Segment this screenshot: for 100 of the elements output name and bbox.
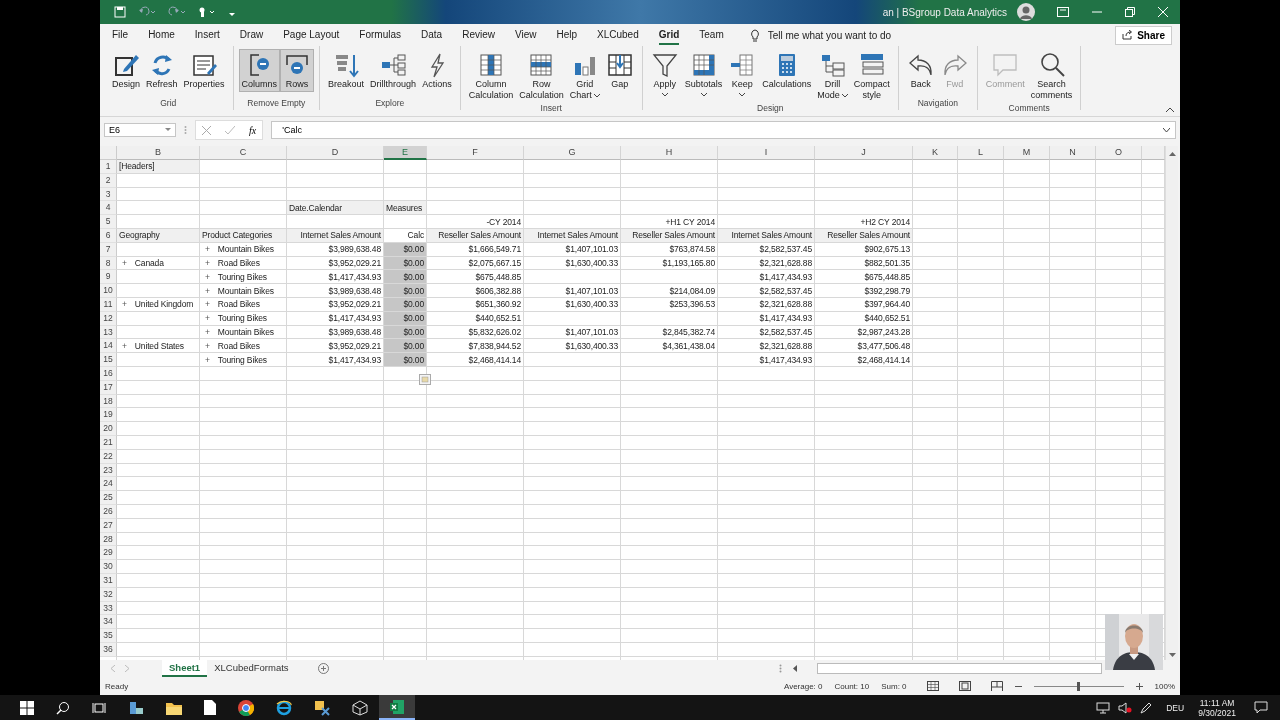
ribbon-button[interactable]: Back: [903, 49, 938, 92]
row-header[interactable]: 14: [100, 339, 117, 354]
ribbon-display-icon[interactable]: [1057, 7, 1069, 17]
column-header[interactable]: O: [1096, 146, 1142, 160]
tools-icon[interactable]: [314, 699, 330, 716]
row-header[interactable]: 9: [100, 270, 117, 285]
ribbon-tab[interactable]: Grid: [658, 25, 680, 45]
ribbon-button[interactable]: Calculations: [759, 49, 815, 92]
add-sheet-icon[interactable]: [317, 663, 329, 674]
expand-toggle[interactable]: +: [205, 340, 210, 351]
ribbon-button[interactable]: Refresh: [143, 49, 181, 92]
ribbon-button[interactable]: Design: [109, 49, 143, 92]
row-header[interactable]: 19: [100, 408, 117, 423]
ribbon-tab[interactable]: Home: [148, 25, 175, 45]
pen-icon[interactable]: [1140, 701, 1153, 714]
expand-toggle[interactable]: +: [122, 257, 127, 268]
formula-field[interactable]: 'Calc: [271, 121, 1176, 139]
row-header[interactable]: 34: [100, 615, 117, 630]
start-icon[interactable]: [20, 700, 34, 715]
expand-toggle[interactable]: +: [205, 244, 210, 255]
sheet-tab[interactable]: XLCubedFormats: [207, 660, 296, 677]
excel-taskbar-button[interactable]: [379, 695, 415, 720]
restore-icon[interactable]: [1125, 7, 1135, 17]
document-icon[interactable]: [204, 700, 216, 715]
row-header[interactable]: 24: [100, 477, 117, 492]
ribbon-button[interactable]: Drill Mode: [814, 49, 851, 103]
ribbon-tab[interactable]: Help: [556, 25, 578, 45]
ribbon-button[interactable]: Actions: [419, 49, 455, 92]
row-header[interactable]: 29: [100, 546, 117, 561]
scroll-left-icon[interactable]: [791, 665, 797, 672]
save-icon[interactable]: [114, 6, 126, 18]
column-header[interactable]: J: [815, 146, 913, 160]
splitter-icon[interactable]: [778, 664, 782, 673]
column-header[interactable]: C: [200, 146, 287, 160]
ribbon-tab[interactable]: View: [514, 25, 537, 45]
ribbon-button[interactable]: Columns: [238, 49, 281, 92]
task-view-icon[interactable]: [92, 700, 106, 715]
ribbon-button[interactable]: Grid Chart: [566, 49, 603, 103]
ribbon-button[interactable]: Search comments: [1027, 49, 1076, 103]
column-header[interactable]: N: [1050, 146, 1096, 160]
touch-mode-icon[interactable]: [198, 6, 216, 18]
row-header[interactable]: 35: [100, 629, 117, 643]
normal-view-icon[interactable]: [926, 681, 939, 691]
zoom-level[interactable]: 100%: [1154, 681, 1175, 691]
ribbon-tab[interactable]: Data: [421, 25, 443, 45]
notification-icon[interactable]: [1254, 701, 1268, 714]
expand-toggle[interactable]: +: [205, 299, 210, 310]
cube-icon[interactable]: [352, 699, 368, 716]
check-icon[interactable]: [225, 125, 235, 135]
ribbon-tab[interactable]: Page Layout: [283, 25, 340, 45]
ribbon-tab[interactable]: XLCubed: [597, 25, 639, 45]
ribbon-button[interactable]: Properties: [180, 49, 228, 92]
sheet-tab[interactable]: Sheet1: [162, 660, 208, 677]
row-header[interactable]: 10: [100, 284, 117, 298]
expand-toggle[interactable]: +: [205, 354, 210, 365]
row-header[interactable]: 4: [100, 201, 117, 216]
column-header[interactable]: M: [1004, 146, 1050, 160]
expand-toggle[interactable]: +: [205, 257, 210, 268]
volume-muted-icon[interactable]: [1118, 701, 1133, 714]
row-header[interactable]: 25: [100, 491, 117, 505]
column-header[interactable]: L: [958, 146, 1004, 160]
avatar-icon[interactable]: [1017, 3, 1035, 21]
expand-caret-icon[interactable]: [1163, 127, 1170, 133]
row-header[interactable]: 5: [100, 215, 117, 229]
expand-toggle[interactable]: +: [205, 285, 210, 296]
name-box[interactable]: E6: [104, 123, 176, 137]
expand-toggle[interactable]: +: [122, 299, 127, 310]
page-break-icon[interactable]: [990, 681, 1003, 691]
insert-function-button[interactable]: fx: [249, 124, 257, 136]
ribbon-button[interactable]: Compact style: [850, 49, 893, 103]
browser-icon[interactable]: [238, 699, 254, 716]
search-icon[interactable]: [56, 700, 70, 715]
ribbon-tab[interactable]: Draw: [239, 25, 264, 45]
ribbon-button[interactable]: Keep: [725, 49, 760, 99]
share-button[interactable]: Share: [1115, 25, 1172, 45]
column-header[interactable]: I: [718, 146, 815, 160]
collapse-ribbon-icon[interactable]: [1166, 107, 1174, 112]
close-icon[interactable]: [1158, 7, 1168, 17]
server-manager-icon[interactable]: [128, 699, 144, 716]
row-header[interactable]: 15: [100, 353, 117, 367]
tell-me-search-field[interactable]: Tell me what you want to do: [767, 29, 968, 41]
ribbon-button[interactable]: Apply: [647, 49, 682, 99]
scroll-down-icon[interactable]: [1168, 653, 1176, 658]
ribbon-tab[interactable]: Formulas: [359, 25, 402, 45]
column-header[interactable]: G: [524, 146, 621, 160]
ribbon-button[interactable]: Breakout: [325, 49, 368, 92]
ribbon-tab[interactable]: Team: [699, 25, 724, 45]
globe-icon[interactable]: [276, 699, 292, 716]
column-header[interactable]: F: [427, 146, 524, 160]
ribbon-button[interactable]: Drillthrough: [367, 49, 420, 92]
page-layout-icon[interactable]: [958, 681, 971, 691]
ribbon-tab[interactable]: Review: [462, 25, 495, 45]
ribbon-button[interactable]: Rows: [280, 49, 315, 92]
expand-toggle[interactable]: +: [205, 326, 210, 337]
row-header[interactable]: 20: [100, 422, 117, 436]
expand-toggle[interactable]: +: [122, 340, 127, 351]
ribbon-tab[interactable]: File: [112, 25, 129, 45]
clock[interactable]: 11:11 AM 9/30/2021: [1198, 697, 1236, 718]
ribbon-button[interactable]: Row Calculation: [516, 49, 567, 103]
zoom-in-icon[interactable]: [1135, 682, 1143, 690]
